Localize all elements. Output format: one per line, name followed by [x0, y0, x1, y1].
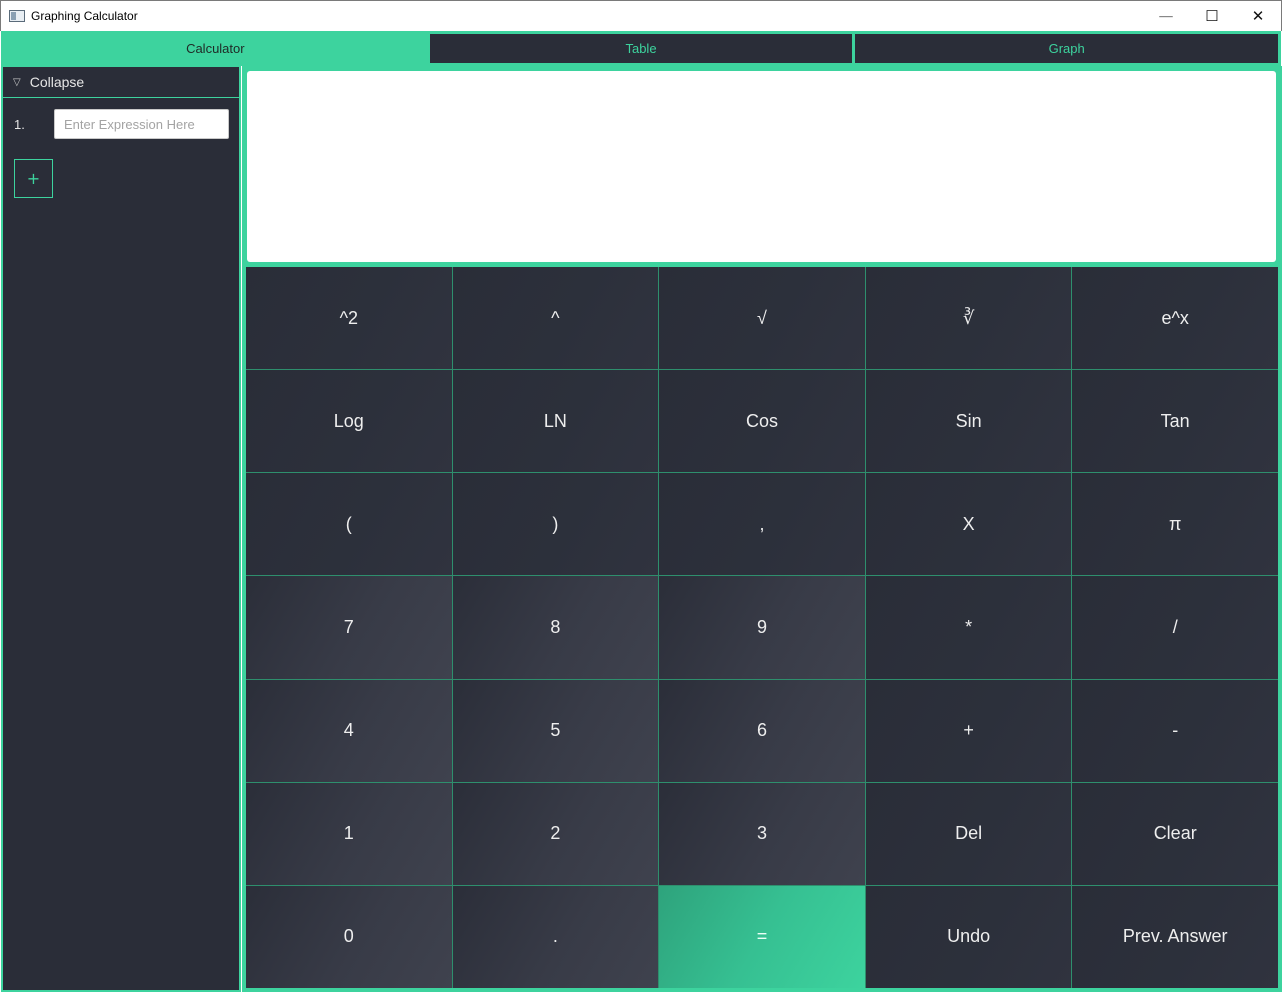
key-square[interactable]: ^2: [246, 267, 452, 370]
chevron-down-icon: ▽: [13, 76, 21, 88]
key-clear[interactable]: Clear: [1072, 782, 1278, 885]
key-log[interactable]: Log: [246, 370, 452, 473]
key-exp[interactable]: e^x: [1072, 267, 1278, 370]
expression-row: 1.: [3, 98, 239, 150]
collapse-toggle[interactable]: ▽ Collapse: [3, 67, 239, 98]
collapse-label: Collapse: [29, 74, 85, 90]
key-tan[interactable]: Tan: [1072, 370, 1278, 473]
key-5[interactable]: 5: [452, 679, 659, 782]
key-delete[interactable]: Del: [865, 782, 1072, 885]
expression-input[interactable]: [54, 109, 229, 139]
window-title: Graphing Calculator: [31, 9, 138, 23]
key-sin[interactable]: Sin: [865, 370, 1072, 473]
tab-bar: Calculator Table Graph: [1, 31, 1281, 66]
key-comma[interactable]: ,: [659, 473, 865, 576]
key-6[interactable]: 6: [659, 679, 865, 782]
keypad: ^2 ^ √ ∛ e^x Log LN Cos Sin Tan ( ) , X …: [246, 267, 1278, 988]
app-icon: [9, 10, 25, 22]
expression-index: 1.: [14, 116, 25, 132]
add-expression-button[interactable]: +: [14, 159, 53, 198]
key-variable-x[interactable]: X: [865, 473, 1072, 576]
key-add[interactable]: +: [865, 679, 1072, 782]
key-equals[interactable]: =: [659, 885, 865, 988]
key-3[interactable]: 3: [659, 782, 865, 885]
key-undo[interactable]: Undo: [865, 885, 1072, 988]
tab-graph[interactable]: Graph: [854, 33, 1280, 64]
tab-calculator[interactable]: Calculator: [3, 33, 428, 64]
key-sqrt[interactable]: √: [659, 267, 865, 370]
key-cbrt[interactable]: ∛: [865, 267, 1072, 370]
key-4[interactable]: 4: [246, 679, 452, 782]
key-ln[interactable]: LN: [452, 370, 659, 473]
close-button[interactable]: ✕: [1235, 1, 1281, 32]
key-subtract[interactable]: -: [1072, 679, 1278, 782]
key-multiply[interactable]: *: [865, 576, 1072, 679]
tab-table[interactable]: Table: [428, 33, 854, 64]
key-divide[interactable]: /: [1072, 576, 1278, 679]
key-power[interactable]: ^: [452, 267, 659, 370]
key-8[interactable]: 8: [452, 576, 659, 679]
key-pi[interactable]: π: [1072, 473, 1278, 576]
calculator-panel: ^2 ^ √ ∛ e^x Log LN Cos Sin Tan ( ) , X …: [242, 66, 1282, 992]
key-close-paren[interactable]: ): [452, 473, 659, 576]
minimize-button[interactable]: —: [1143, 1, 1189, 32]
key-2[interactable]: 2: [452, 782, 659, 885]
key-prev-answer[interactable]: Prev. Answer: [1072, 885, 1278, 988]
window-controls: — ☐ ✕: [1143, 1, 1281, 32]
maximize-button[interactable]: ☐: [1189, 1, 1235, 32]
window-titlebar: Graphing Calculator — ☐ ✕: [0, 0, 1282, 31]
key-1[interactable]: 1: [246, 782, 452, 885]
key-9[interactable]: 9: [659, 576, 865, 679]
key-0[interactable]: 0: [246, 885, 452, 988]
key-cos[interactable]: Cos: [659, 370, 865, 473]
calculator-display: [247, 71, 1276, 262]
expression-sidebar: ▽ Collapse 1. +: [1, 66, 241, 992]
key-7[interactable]: 7: [246, 576, 452, 679]
key-open-paren[interactable]: (: [246, 473, 452, 576]
key-decimal[interactable]: .: [452, 885, 659, 988]
